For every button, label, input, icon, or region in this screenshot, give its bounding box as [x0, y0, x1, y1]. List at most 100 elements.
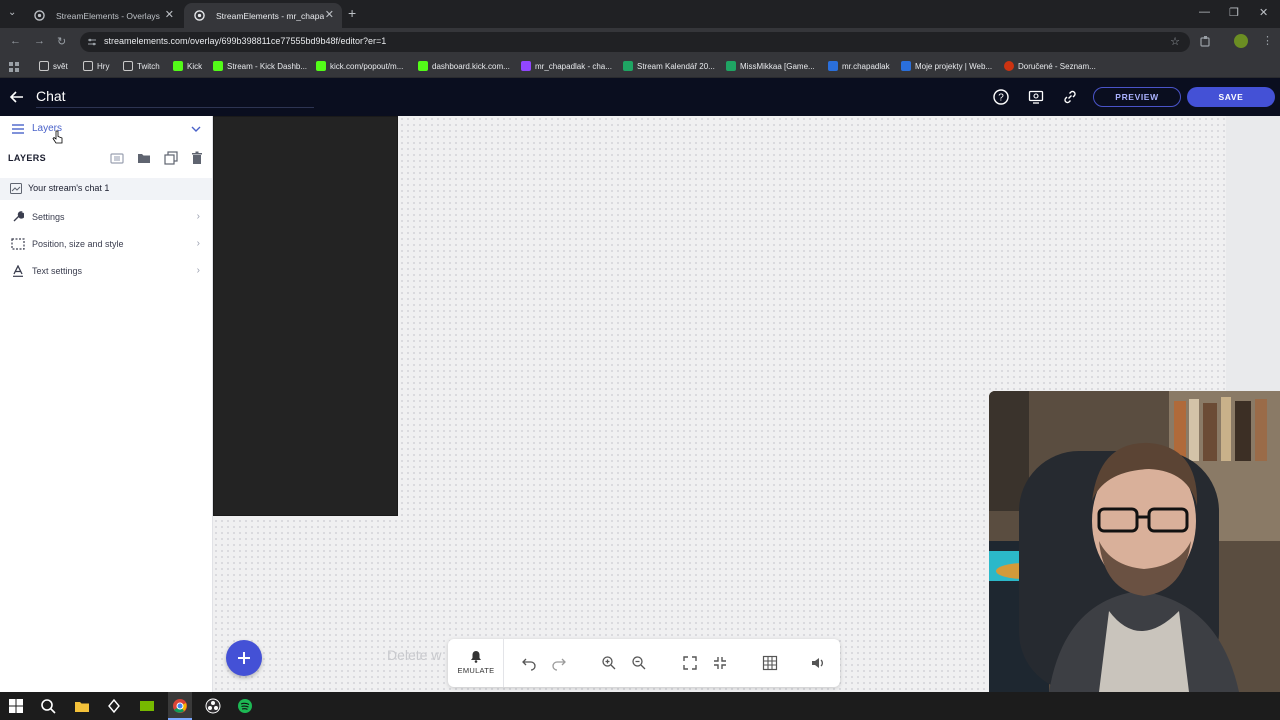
chrome-icon[interactable]: [172, 698, 188, 714]
zoom-in-icon[interactable]: [601, 655, 617, 671]
seznam-icon: [1004, 61, 1014, 71]
nvidia-icon[interactable]: [139, 698, 155, 714]
kick-icon: [418, 61, 428, 71]
site-info-icon[interactable]: [87, 37, 97, 47]
screen-settings-icon[interactable]: [1028, 89, 1044, 105]
profile-avatar[interactable]: [1234, 34, 1248, 48]
title-underline: [36, 107, 314, 108]
chat-widget[interactable]: [213, 116, 398, 516]
bookmark-item[interactable]: kick.com/popout/m...: [316, 61, 403, 71]
back-arrow-icon[interactable]: [10, 91, 24, 103]
trash-icon[interactable]: [190, 151, 204, 165]
link-icon[interactable]: [1062, 89, 1078, 105]
close-window-icon[interactable]: ✕: [1259, 6, 1268, 19]
close-icon[interactable]: ✕: [325, 8, 334, 21]
app-icon[interactable]: [106, 698, 122, 714]
search-icon[interactable]: [40, 698, 56, 714]
bookmark-item[interactable]: Stream - Kick Dashb...: [213, 61, 307, 71]
bookmark-item[interactable]: Doručené - Seznam...: [1004, 61, 1096, 71]
spotify-icon[interactable]: [237, 698, 253, 714]
undo-icon[interactable]: [521, 655, 537, 671]
section-label: Position, size and style: [32, 239, 124, 249]
chat-layer-icon: [10, 183, 22, 194]
more-menu-icon[interactable]: ⋮: [1262, 34, 1273, 47]
browser-toolbar: ← → ↻ streamelements.com/overlay/699b398…: [0, 28, 1280, 56]
text-icon: [13, 265, 23, 277]
bookmark-label: Stream - Kick Dashb...: [227, 61, 308, 71]
settings-section[interactable]: Settings ›: [0, 204, 212, 230]
fullscreen-icon[interactable]: [682, 655, 698, 671]
tab-title: StreamElements - mr_chapadlak: [216, 10, 324, 21]
layers-panel: Layers LAYERS Your stream's chat 1 Setti…: [0, 116, 213, 692]
folder-icon[interactable]: [137, 151, 151, 165]
bookmark-item[interactable]: mr.chapadlak: [828, 61, 890, 71]
bookmark-label: Hry: [97, 61, 110, 71]
chevron-right-icon: ›: [196, 265, 200, 276]
bookmark-item[interactable]: svět: [39, 61, 68, 71]
folder-icon: [123, 61, 133, 71]
extensions-icon[interactable]: [1199, 35, 1212, 48]
kick-icon: [213, 61, 223, 71]
group-folder-icon[interactable]: [110, 151, 124, 165]
add-widget-button[interactable]: [226, 640, 262, 676]
file-explorer-icon[interactable]: [74, 698, 90, 714]
sheets-icon: [726, 61, 736, 71]
bookmark-item[interactable]: dashboard.kick.com...: [418, 61, 510, 71]
bookmark-label: Twitch: [137, 61, 160, 71]
volume-icon[interactable]: [810, 655, 826, 671]
bookmark-item[interactable]: MissMikkaa [Game...: [726, 61, 815, 71]
bookmark-item[interactable]: Stream Kalendář 20...: [623, 61, 715, 71]
address-bar[interactable]: streamelements.com/overlay/699b398811ce7…: [80, 32, 1190, 52]
hint-text: Delete w: [387, 647, 442, 663]
bookmark-item[interactable]: Moje projekty | Web...: [901, 61, 992, 71]
bookmarks-bar: svět Hry Twitch Kick Stream - Kick Dashb…: [0, 56, 1280, 78]
bookmark-item[interactable]: Kick: [173, 61, 202, 71]
save-button[interactable]: SAVE: [1187, 87, 1275, 107]
text-settings-section[interactable]: Text settings ›: [0, 258, 212, 284]
grid-icon[interactable]: [762, 655, 778, 671]
streamelements-icon: [34, 10, 45, 21]
position-section[interactable]: Position, size and style ›: [0, 231, 212, 257]
close-icon[interactable]: ✕: [165, 8, 174, 21]
back-icon[interactable]: ←: [10, 35, 21, 47]
obs-icon[interactable]: [205, 698, 221, 714]
os-taskbar: [0, 692, 1280, 720]
kick-icon: [173, 61, 183, 71]
mouse-cursor-icon: [52, 130, 63, 144]
tab-overlays[interactable]: StreamElements - Overlays ✕: [24, 3, 182, 28]
tab-editor[interactable]: StreamElements - mr_chapadlak ✕: [184, 3, 342, 28]
chevron-down-icon[interactable]: [191, 126, 201, 133]
bookmark-label: dashboard.kick.com...: [432, 61, 510, 71]
fit-screen-icon[interactable]: [712, 655, 728, 671]
url-text: streamelements.com/overlay/699b398811ce7…: [104, 36, 387, 46]
bookmark-star-icon[interactable]: ☆: [1170, 35, 1180, 48]
tab-search-icon[interactable]: ⌄: [8, 7, 16, 18]
duplicate-icon[interactable]: [164, 151, 178, 165]
streamelements-icon: [194, 10, 205, 21]
bookmark-item[interactable]: mr_chapadlak - cha...: [521, 61, 612, 71]
chevron-right-icon: ›: [196, 211, 200, 222]
bell-icon: [471, 651, 481, 663]
zoom-out-icon[interactable]: [631, 655, 647, 671]
new-tab-button[interactable]: +: [348, 5, 356, 21]
kick-icon: [316, 61, 326, 71]
web-icon: [901, 61, 911, 71]
preview-button[interactable]: PREVIEW: [1093, 87, 1181, 107]
forward-icon[interactable]: →: [34, 35, 45, 47]
layer-item[interactable]: Your stream's chat 1: [0, 178, 212, 200]
overlay-title[interactable]: Chat: [36, 88, 66, 104]
minimize-icon[interactable]: —: [1199, 6, 1210, 18]
windows-start-icon[interactable]: [8, 698, 24, 714]
reload-icon[interactable]: ↻: [57, 35, 66, 48]
emulate-button[interactable]: EMULATE: [448, 639, 504, 687]
restore-icon[interactable]: ❐: [1229, 6, 1239, 19]
bookmark-item[interactable]: Hry: [83, 61, 109, 71]
canvas-toolbar: EMULATE: [448, 639, 840, 687]
bookmark-item[interactable]: Twitch: [123, 61, 160, 71]
apps-grid-icon[interactable]: [9, 62, 19, 72]
redo-icon[interactable]: [551, 655, 567, 671]
help-icon[interactable]: ?: [993, 89, 1009, 105]
bookmark-label: mr.chapadlak: [842, 61, 890, 71]
bookmark-label: Kick: [187, 61, 203, 71]
editor-header: Chat ? PREVIEW SAVE: [0, 78, 1280, 116]
